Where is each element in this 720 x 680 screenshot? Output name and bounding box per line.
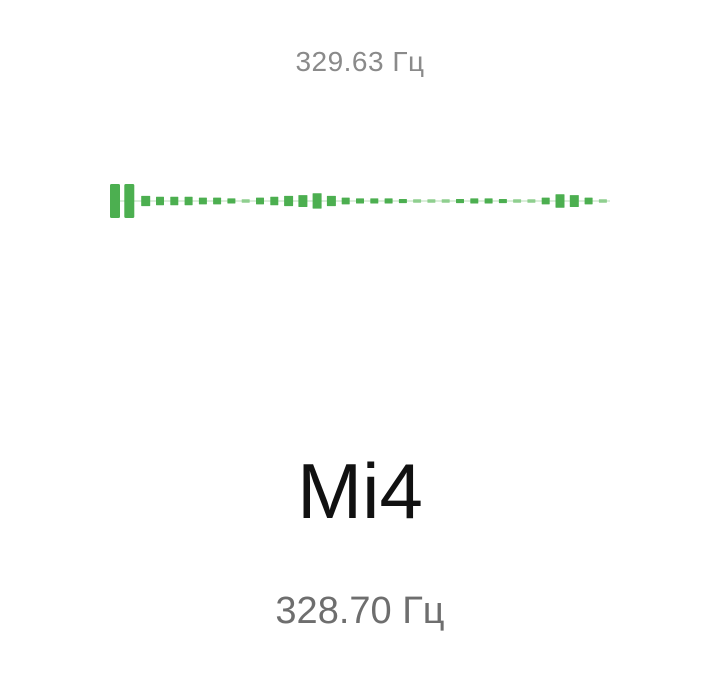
meter-bar — [312, 193, 322, 209]
detected-frequency-label: 328.70 Гц — [275, 590, 445, 632]
meter-bar — [270, 196, 279, 206]
tuning-meter — [110, 184, 610, 218]
meter-bar — [555, 194, 565, 208]
meter-bar — [213, 197, 222, 205]
meter-bar — [584, 197, 593, 205]
meter-bar — [598, 199, 607, 203]
meter-bar — [284, 195, 294, 207]
meter-bar — [298, 195, 308, 207]
meter-bar — [156, 196, 164, 206]
meter-bar — [413, 199, 422, 203]
meter-bar — [356, 198, 364, 204]
meter-bar — [484, 198, 493, 204]
meter-bar — [241, 199, 250, 203]
meter-bar — [124, 184, 135, 218]
meter-bar — [569, 195, 579, 207]
meter-bar — [384, 198, 393, 204]
meter-bar — [141, 195, 151, 207]
meter-bar — [498, 199, 507, 204]
meter-bar — [341, 197, 350, 205]
meter-bar — [198, 197, 207, 205]
meter-bar — [441, 199, 450, 203]
meter-bar — [326, 195, 336, 207]
meter-bar — [398, 199, 407, 204]
meter-bar — [541, 197, 550, 205]
meter-bar — [110, 184, 120, 218]
meter-bar — [456, 199, 464, 204]
meter-bar — [170, 196, 179, 206]
meter-bar — [370, 198, 379, 204]
meter-bar — [256, 197, 264, 205]
meter-bar — [513, 199, 522, 203]
meter-bar — [184, 196, 193, 206]
note-name: Mi4 — [297, 447, 423, 535]
meter-bar — [527, 199, 536, 203]
meter-bar — [470, 198, 479, 204]
meter-bar — [427, 199, 436, 203]
meter-bar — [227, 198, 236, 204]
